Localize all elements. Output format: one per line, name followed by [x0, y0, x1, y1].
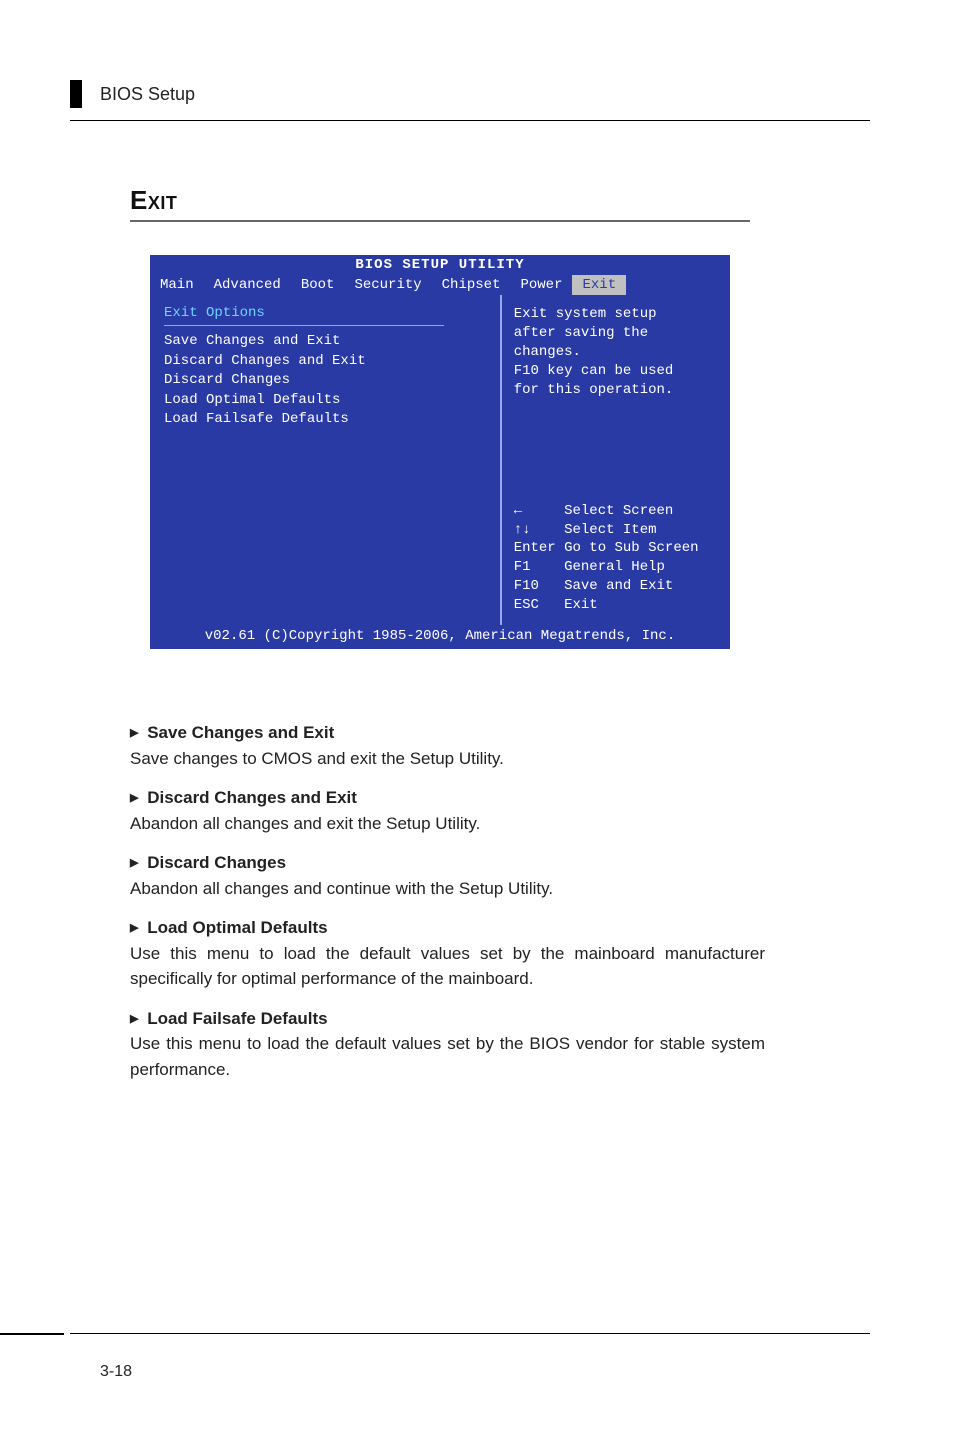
- help-line: Exit system setup: [514, 305, 716, 324]
- triangle-icon: ▶: [130, 790, 138, 807]
- tab-chipset[interactable]: Chipset: [432, 275, 511, 295]
- title-text: Load Optimal Defaults: [147, 918, 327, 937]
- help-line: for this operation.: [514, 381, 716, 400]
- desc-text: Use this menu to load the default values…: [130, 1031, 765, 1082]
- triangle-icon: ▶: [130, 855, 138, 872]
- desc-title: ▶ Load Failsafe Defaults: [130, 1006, 765, 1032]
- desc-load-failsafe: ▶ Load Failsafe Defaults Use this menu t…: [130, 1006, 765, 1083]
- group-rule: [164, 325, 444, 326]
- desc-text: Abandon all changes and exit the Setup U…: [130, 811, 765, 837]
- help-line: changes.: [514, 343, 716, 362]
- desc-text: Use this menu to load the default values…: [130, 941, 765, 992]
- bios-help: Exit system setup after saving the chang…: [514, 305, 716, 399]
- key-hint: ↑↓ Select Item: [514, 521, 716, 540]
- desc-discard-changes-exit: ▶ Discard Changes and Exit Abandon all c…: [130, 785, 765, 836]
- exit-options-title: Exit Options: [164, 305, 488, 321]
- key-hint: F1 General Help: [514, 558, 716, 577]
- footer-rule-long: [70, 1333, 870, 1334]
- desc-title: ▶ Discard Changes: [130, 850, 765, 876]
- menu-item-discard[interactable]: Discard Changes: [164, 371, 488, 391]
- tab-main[interactable]: Main: [150, 275, 204, 295]
- bios-title: BIOS SETUP UTILITY: [150, 255, 730, 275]
- menu-item-discard-exit[interactable]: Discard Changes and Exit: [164, 352, 488, 372]
- menu-item-save-exit[interactable]: Save Changes and Exit: [164, 332, 488, 352]
- tab-power[interactable]: Power: [510, 275, 572, 295]
- tab-boot[interactable]: Boot: [291, 275, 345, 295]
- bios-key-hints: ← Select Screen ↑↓ Select Item Enter Go …: [514, 502, 716, 615]
- key-hint: F10 Save and Exit: [514, 577, 716, 596]
- triangle-icon: ▶: [130, 725, 138, 742]
- title-text: Discard Changes and Exit: [147, 788, 357, 807]
- tab-advanced[interactable]: Advanced: [204, 275, 291, 295]
- section-rule: [130, 220, 750, 222]
- page: BIOS Setup Exit BIOS SETUP UTILITY Main …: [0, 0, 954, 1431]
- menu-item-load-failsafe[interactable]: Load Failsafe Defaults: [164, 410, 488, 430]
- body-text: ▶ Save Changes and Exit Save changes to …: [130, 720, 765, 1096]
- menu-item-load-optimal[interactable]: Load Optimal Defaults: [164, 391, 488, 411]
- bios-panel: BIOS SETUP UTILITY Main Advanced Boot Se…: [150, 255, 730, 649]
- title-text: Save Changes and Exit: [147, 723, 334, 742]
- triangle-icon: ▶: [130, 1011, 138, 1028]
- bios-left-pane: Exit Options Save Changes and Exit Disca…: [152, 295, 500, 625]
- bios-tabs: Main Advanced Boot Security Chipset Powe…: [150, 275, 730, 295]
- tab-security[interactable]: Security: [344, 275, 431, 295]
- page-header-title: BIOS Setup: [100, 84, 195, 105]
- header-rule: [70, 120, 870, 121]
- tab-exit[interactable]: Exit: [572, 275, 626, 295]
- side-marker: [70, 80, 82, 108]
- desc-title: ▶ Save Changes and Exit: [130, 720, 765, 746]
- bios-footer: v02.61 (C)Copyright 1985-2006, American …: [150, 625, 730, 649]
- desc-save-changes-exit: ▶ Save Changes and Exit Save changes to …: [130, 720, 765, 771]
- key-hint: Enter Go to Sub Screen: [514, 539, 716, 558]
- desc-title: ▶ Load Optimal Defaults: [130, 915, 765, 941]
- key-hint: ESC Exit: [514, 596, 716, 615]
- help-line: after saving the: [514, 324, 716, 343]
- bios-body: Exit Options Save Changes and Exit Disca…: [150, 295, 730, 625]
- bios-right-pane: Exit system setup after saving the chang…: [500, 295, 728, 625]
- footer-rule-short: [0, 1333, 64, 1335]
- desc-load-optimal: ▶ Load Optimal Defaults Use this menu to…: [130, 915, 765, 992]
- footer-rules: [0, 1333, 954, 1341]
- section-title: Exit: [130, 185, 177, 216]
- desc-title: ▶ Discard Changes and Exit: [130, 785, 765, 811]
- key-hint: ← Select Screen: [514, 502, 716, 521]
- desc-discard-changes: ▶ Discard Changes Abandon all changes an…: [130, 850, 765, 901]
- triangle-icon: ▶: [130, 920, 138, 937]
- title-text: Discard Changes: [147, 853, 286, 872]
- desc-text: Save changes to CMOS and exit the Setup …: [130, 746, 765, 772]
- page-number: 3-18: [100, 1363, 132, 1381]
- desc-text: Abandon all changes and continue with th…: [130, 876, 765, 902]
- title-text: Load Failsafe Defaults: [147, 1009, 327, 1028]
- help-line: F10 key can be used: [514, 362, 716, 381]
